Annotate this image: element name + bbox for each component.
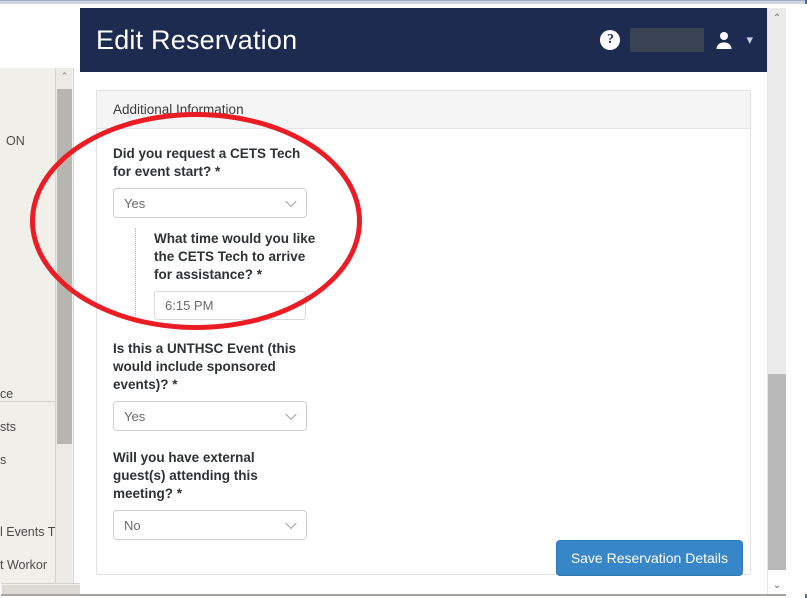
scroll-up-arrow-icon[interactable]: ⌃ (56, 68, 73, 85)
select-cets-tech-request[interactable]: Yes (113, 188, 307, 218)
sidebar-item-fragment[interactable]: s (0, 453, 6, 467)
select-value: Yes (124, 196, 145, 211)
sidebar-item-fragment[interactable]: sts (0, 420, 16, 434)
sidebar-item-fragment[interactable]: ON (6, 134, 25, 148)
scrollbar-baseline (1, 594, 786, 596)
question-cets-tech-request: Did you request a CETS Tech for event st… (113, 145, 734, 322)
chevron-down-icon (285, 518, 296, 529)
sidebar-item-fragment[interactable]: l Events T (0, 525, 55, 539)
scrollbar-thumb[interactable] (768, 374, 786, 570)
page-title: Edit Reservation (96, 25, 297, 56)
save-reservation-details-button[interactable]: Save Reservation Details (556, 540, 743, 576)
chevron-down-icon[interactable]: ▾ (746, 32, 753, 48)
page-content: Additional Information Did you request a… (80, 72, 767, 582)
edit-reservation-page: Edit Reservation ? ▾ Additional Informat… (80, 4, 787, 594)
scrollbar-thumb[interactable] (57, 89, 72, 444)
question-label: Did you request a CETS Tech for event st… (113, 145, 303, 181)
question-label: What time would you like the CETS Tech t… (154, 230, 324, 284)
question-external-guests: Will you have external guest(s) attendin… (113, 449, 734, 540)
background-vertical-scrollbar[interactable]: ⌃ (55, 68, 72, 583)
input-cets-tech-arrival-time[interactable]: 6:15 PM (154, 291, 306, 320)
sidebar-item-fragment[interactable]: ce (0, 387, 13, 401)
select-unthsc-event[interactable]: Yes (113, 401, 307, 431)
user-avatar-icon[interactable] (714, 30, 734, 50)
header-actions: ? ▾ (600, 28, 753, 52)
form-actions: Save Reservation Details (556, 540, 743, 576)
app-header-bar: Edit Reservation ? ▾ (80, 8, 767, 72)
select-value: No (124, 518, 141, 533)
select-value: Yes (124, 409, 145, 424)
chevron-down-icon (285, 409, 296, 420)
chevron-down-icon (285, 196, 296, 207)
screenshot-root: ON ce sts s l Events T t Workor ⌃ Edit R… (0, 0, 807, 598)
input-value: 6:15 PM (165, 298, 213, 313)
sidebar-item-fragment[interactable]: t Workor (0, 558, 47, 572)
username-redacted-block (630, 28, 704, 52)
question-unthsc-event: Is this a UNTHSC Event (this would inclu… (113, 340, 734, 431)
help-icon[interactable]: ? (600, 30, 620, 50)
scroll-up-arrow-icon[interactable]: ⌃ (768, 9, 786, 27)
card-body: Did you request a CETS Tech for event st… (97, 129, 750, 574)
select-external-guests[interactable]: No (113, 510, 307, 540)
sidebar-divider (0, 401, 62, 402)
question-label: Will you have external guest(s) attendin… (113, 449, 303, 503)
card-header-label: Additional Information (97, 91, 750, 129)
scroll-down-arrow-icon[interactable]: ⌄ (768, 576, 786, 594)
additional-information-card: Additional Information Did you request a… (96, 90, 751, 575)
scrollbar-track[interactable] (768, 8, 786, 374)
question-label: Is this a UNTHSC Event (this would inclu… (113, 340, 303, 394)
page-vertical-scrollbar[interactable]: ⌃ ⌄ (767, 8, 785, 594)
nested-question-group: What time would you like the CETS Tech t… (135, 228, 734, 322)
